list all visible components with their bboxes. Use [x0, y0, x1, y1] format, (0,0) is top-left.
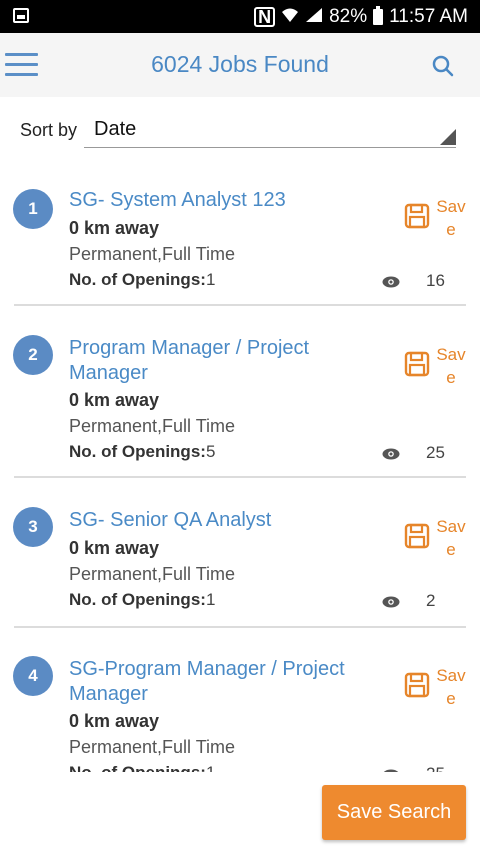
job-title[interactable]: Program Manager / Project Manager [69, 336, 369, 386]
job-openings: No. of Openings:1 [69, 590, 215, 610]
eye-icon [382, 448, 400, 460]
save-search-button[interactable]: Save Search [322, 785, 466, 840]
clock: 11:57 AM [389, 6, 468, 27]
sort-value: Date [94, 118, 137, 140]
job-openings: No. of Openings:5 [69, 442, 215, 462]
list-item[interactable]: 2 Program Manager / Project Manager 0 km… [13, 306, 466, 478]
job-distance: 0 km away [69, 538, 160, 558]
list-item[interactable]: 4 SG-Program Manager / Project Manager 0… [13, 628, 466, 772]
job-openings: No. of Openings:1 [69, 763, 215, 772]
status-bar: N 82% 11:57 AM [0, 0, 480, 33]
job-number-badge: 1 [13, 189, 53, 229]
openings-label: No. of Openings: [69, 270, 206, 289]
dropdown-arrow-icon [440, 129, 456, 145]
openings-count: 1 [205, 590, 216, 609]
save-button[interactable]: Save [432, 664, 470, 710]
save-button[interactable]: Save [432, 515, 470, 561]
save-icon[interactable] [404, 203, 430, 229]
save-button[interactable]: Save [432, 343, 470, 389]
list-item[interactable]: 3 SG- Senior QA Analyst 0 km away Perman… [13, 478, 466, 628]
openings-label: No. of Openings: [69, 763, 206, 772]
search-icon[interactable] [432, 55, 454, 77]
view-count: 25 [426, 764, 445, 772]
openings-label: No. of Openings: [69, 590, 206, 609]
battery-percent: 82% [329, 6, 368, 27]
job-type: Permanent,Full Time [69, 737, 236, 757]
job-list[interactable]: 1 SG- System Analyst 123 0 km away Perma… [0, 178, 480, 772]
view-count: 25 [426, 443, 445, 462]
job-type: Permanent,Full Time [69, 416, 236, 436]
page-title: 6024 Jobs Found [151, 51, 329, 77]
battery-icon [373, 6, 384, 25]
job-title[interactable]: SG- Senior QA Analyst [69, 508, 369, 533]
save-icon[interactable] [404, 351, 430, 377]
list-item[interactable]: 1 SG- System Analyst 123 0 km away Perma… [13, 178, 466, 306]
eye-icon [382, 276, 400, 288]
job-number-badge: 3 [13, 507, 53, 547]
job-type: Permanent,Full Time [69, 244, 236, 264]
save-icon[interactable] [404, 672, 430, 698]
job-number-badge: 4 [13, 656, 53, 696]
job-distance: 0 km away [69, 711, 160, 731]
status-right: N 82% 11:57 AM [254, 5, 468, 29]
nfc-icon: N [254, 7, 276, 27]
openings-count: 1 [205, 270, 216, 289]
job-type: Permanent,Full Time [69, 564, 236, 584]
save-icon[interactable] [404, 523, 430, 549]
job-title[interactable]: SG-Program Manager / Project Manager [69, 657, 369, 707]
openings-count: 1 [206, 763, 215, 772]
view-count: 2 [426, 591, 436, 610]
app-bar: 6024 Jobs Found [0, 33, 480, 97]
job-openings: No. of Openings:1 [69, 270, 215, 290]
eye-icon [382, 596, 400, 608]
openings-label: No. of Openings: [69, 442, 206, 461]
job-title[interactable]: SG- System Analyst 123 [69, 188, 369, 213]
signal-icon [305, 7, 323, 28]
sort-select[interactable]: Date [84, 114, 456, 148]
job-number-badge: 2 [13, 335, 53, 375]
openings-count: 5 [205, 442, 216, 461]
eye-icon [383, 769, 399, 772]
job-distance: 0 km away [69, 390, 160, 410]
save-button[interactable]: Save [432, 195, 470, 241]
image-notification-icon [13, 8, 29, 23]
wifi-icon [281, 7, 299, 28]
view-count: 16 [426, 271, 445, 290]
sort-label: Sort by [20, 120, 78, 140]
job-distance: 0 km away [69, 218, 160, 238]
